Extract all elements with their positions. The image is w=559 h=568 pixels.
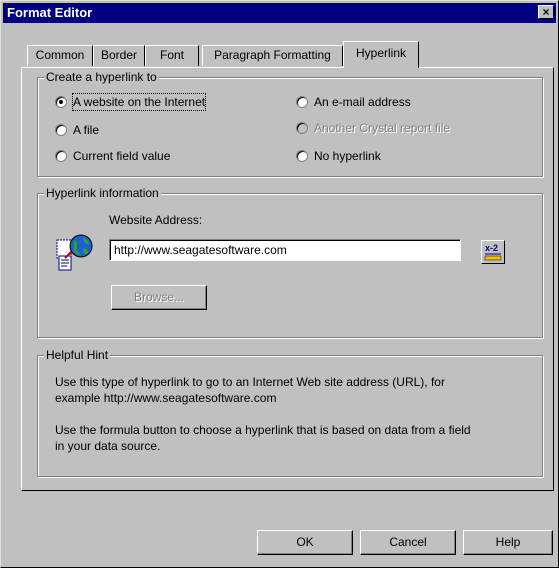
radio-website[interactable]: A website on the Internet bbox=[55, 93, 255, 111]
ok-button[interactable]: OK bbox=[257, 530, 353, 555]
svg-text:x-2: x-2 bbox=[485, 243, 498, 253]
radio-email-dot[interactable] bbox=[296, 96, 308, 108]
browse-button: Browse... bbox=[111, 285, 207, 310]
formula-button[interactable]: x-2 bbox=[481, 240, 505, 264]
radio-email[interactable]: An e-mail address bbox=[296, 94, 456, 110]
title-bar[interactable]: Format Editor × bbox=[3, 3, 556, 23]
radio-crystal-report: Another Crystal report file bbox=[296, 120, 486, 136]
helpful-hint-legend: Helpful Hint bbox=[44, 348, 111, 362]
hint-text-line-2: example http://www.seagatesoftware.com bbox=[55, 391, 277, 405]
radio-email-label: An e-mail address bbox=[314, 95, 411, 109]
radio-no-hyperlink-label: No hyperlink bbox=[314, 149, 381, 163]
dialog-title: Format Editor bbox=[7, 5, 93, 20]
tab-common[interactable]: Common bbox=[27, 45, 93, 66]
formula-x2-icon: x-2 bbox=[484, 243, 502, 261]
radio-file-label: A file bbox=[73, 123, 100, 137]
radio-current-field-label: Current field value bbox=[73, 149, 171, 163]
tab-border[interactable]: Border bbox=[93, 45, 145, 66]
close-button[interactable]: × bbox=[538, 5, 554, 19]
radio-current-field[interactable]: Current field value bbox=[55, 148, 235, 164]
radio-website-label: A website on the Internet bbox=[71, 93, 207, 111]
hint-text-line-1: Use this type of hyperlink to go to an I… bbox=[55, 375, 445, 389]
radio-file-dot[interactable] bbox=[55, 124, 67, 136]
hint-text-line-4: in your data source. bbox=[55, 439, 161, 453]
website-address-input[interactable]: http://www.seagatesoftware.com bbox=[109, 239, 461, 261]
tab-font[interactable]: Font bbox=[145, 45, 199, 66]
cancel-button[interactable]: Cancel bbox=[360, 530, 456, 555]
helpful-hint-group: Helpful Hint bbox=[37, 348, 543, 477]
radio-no-hyperlink-dot[interactable] bbox=[296, 150, 308, 162]
radio-no-hyperlink[interactable]: No hyperlink bbox=[296, 148, 416, 164]
radio-crystal-report-dot bbox=[296, 122, 308, 134]
radio-website-dot[interactable] bbox=[55, 96, 67, 108]
format-editor-dialog: Format Editor × Common Border Font Parag… bbox=[0, 0, 559, 568]
website-address-label: Website Address: bbox=[109, 213, 203, 227]
tab-hyperlink[interactable]: Hyperlink bbox=[343, 41, 419, 68]
radio-file[interactable]: A file bbox=[55, 122, 155, 138]
hint-text-line-3: Use the formula button to choose a hyper… bbox=[55, 423, 471, 437]
help-button[interactable]: Help bbox=[463, 530, 553, 555]
hyperlink-information-legend: Hyperlink information bbox=[44, 186, 161, 200]
create-hyperlink-legend: Create a hyperlink to bbox=[44, 70, 159, 84]
hyperlink-globe-icon bbox=[55, 232, 95, 272]
radio-crystal-report-label: Another Crystal report file bbox=[314, 121, 451, 135]
radio-current-field-dot[interactable] bbox=[55, 150, 67, 162]
tab-paragraph-formatting[interactable]: Paragraph Formatting bbox=[202, 45, 343, 66]
